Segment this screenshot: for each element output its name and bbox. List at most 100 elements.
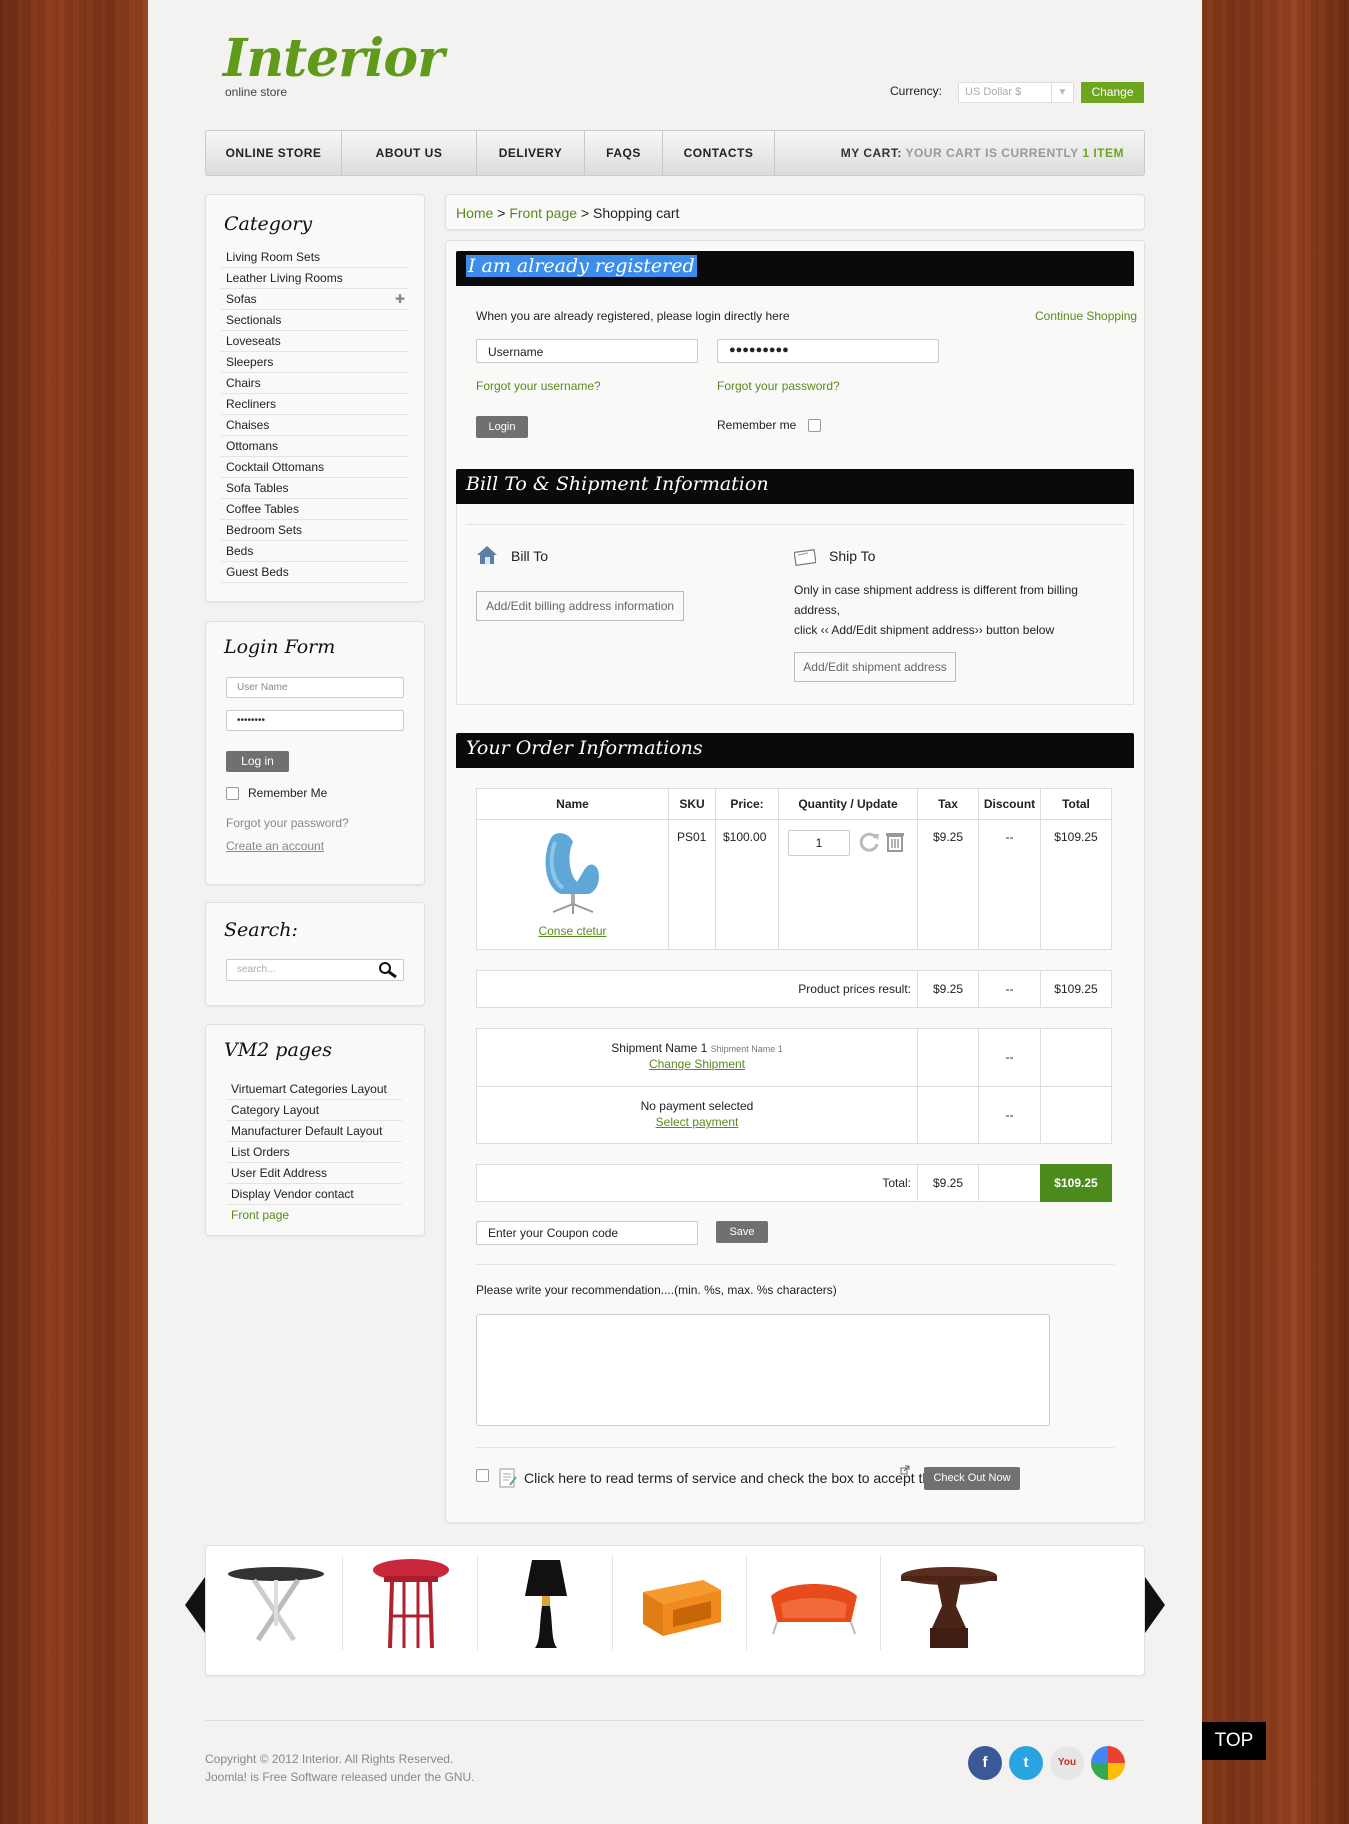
my-cart-label: MY CART:	[840, 146, 902, 160]
remember-me-checkbox[interactable]	[808, 419, 821, 432]
carousel-prev-arrow-icon[interactable]	[185, 1577, 205, 1633]
category-item[interactable]: Sleepers	[221, 352, 409, 373]
forgot-username-link[interactable]: Forgot your username?	[476, 379, 601, 393]
col-header-sku: SKU	[668, 788, 716, 820]
sidebar-password-input[interactable]: ••••••••	[226, 710, 404, 731]
google-icon[interactable]	[1091, 1746, 1125, 1780]
vm2-page-link[interactable]: Manufacturer Default Layout	[226, 1121, 402, 1142]
vm2-page-link[interactable]: Category Layout	[226, 1100, 402, 1121]
col-header-price: Price:	[715, 788, 779, 820]
bill-to-label: Bill To	[511, 548, 549, 564]
vm2-page-link-active[interactable]: Front page	[226, 1205, 402, 1226]
back-to-top-button[interactable]: TOP	[1202, 1722, 1266, 1760]
category-item[interactable]: Chairs	[221, 373, 409, 394]
search-title: Search:	[224, 919, 298, 941]
category-panel: Category Living Room Sets Leather Living…	[205, 194, 425, 602]
carousel-item[interactable]	[479, 1556, 613, 1650]
currency-label: Currency:	[890, 84, 943, 98]
copyright-line: Joomla! is Free Software released under …	[205, 1770, 475, 1784]
billship-title: Bill To & Shipment Information	[466, 473, 769, 495]
carousel-next-arrow-icon[interactable]	[1145, 1577, 1165, 1633]
recommendation-textarea[interactable]	[476, 1314, 1050, 1426]
nav-online-store[interactable]: ONLINE STORE	[206, 131, 342, 175]
home-icon	[477, 546, 497, 564]
change-currency-button[interactable]: Change	[1081, 82, 1144, 103]
coupon-save-button[interactable]: Save	[716, 1221, 768, 1243]
carousel-item[interactable]	[747, 1556, 881, 1650]
continue-shopping-link[interactable]: Continue Shopping	[1035, 309, 1137, 323]
sidebar-forgot-password-link[interactable]: Forgot your password?	[226, 816, 349, 830]
check-out-now-button[interactable]: Check Out Now	[924, 1467, 1020, 1490]
category-item[interactable]: Loveseats	[221, 331, 409, 352]
facebook-icon[interactable]: f	[968, 1746, 1002, 1780]
youtube-icon[interactable]: You	[1050, 1746, 1084, 1780]
sidebar-remember-checkbox[interactable]	[226, 787, 239, 800]
quantity-input[interactable]: 1	[788, 830, 850, 856]
breadcrumb-front-page[interactable]: Front page	[509, 205, 577, 221]
col-header-quantity: Quantity / Update	[778, 788, 918, 820]
username-field[interactable]: Username	[476, 339, 698, 363]
edit-billing-address-button[interactable]: Add/Edit billing address information	[476, 591, 684, 621]
create-account-link[interactable]: Create an account	[226, 839, 324, 853]
currency-select[interactable]: US Dollar $ ▼	[958, 82, 1074, 103]
payment-cell: No payment selected Select payment	[476, 1086, 918, 1144]
category-item[interactable]: Bedroom Sets	[221, 520, 409, 541]
trash-icon[interactable]	[884, 830, 906, 852]
divider	[466, 524, 1124, 525]
egg-chair-image[interactable]	[537, 828, 609, 916]
category-title: Category	[224, 213, 313, 235]
carousel-item[interactable]	[344, 1556, 478, 1650]
category-item[interactable]: Chaises	[221, 415, 409, 436]
nav-contacts[interactable]: CONTACTS	[663, 131, 775, 175]
nav-delivery[interactable]: DELIVERY	[477, 131, 585, 175]
select-payment-link[interactable]: Select payment	[477, 1115, 917, 1129]
forgot-password-link[interactable]: Forgot your password?	[717, 379, 840, 393]
breadcrumb-home[interactable]: Home	[456, 205, 493, 221]
category-item[interactable]: Cocktail Ottomans	[221, 457, 409, 478]
vm2-page-link[interactable]: Display Vendor contact	[226, 1184, 402, 1205]
category-item[interactable]: Recliners	[221, 394, 409, 415]
category-item[interactable]: Beds	[221, 541, 409, 562]
sidebar-username-input[interactable]: User Name	[226, 677, 404, 698]
site-logo[interactable]: Interior	[223, 28, 444, 89]
coupon-input[interactable]: Enter your Coupon code	[476, 1221, 698, 1245]
terms-link[interactable]: Click here to read terms of service and …	[524, 1470, 954, 1486]
shipment-name-small: Shipment Name 1	[710, 1044, 783, 1054]
category-item[interactable]: Living Room Sets	[221, 247, 409, 268]
sidebar-login-button[interactable]: Log in	[226, 751, 289, 772]
category-item[interactable]: Ottomans	[221, 436, 409, 457]
product-name-link[interactable]: Conse ctetur	[477, 924, 668, 938]
category-item[interactable]: Sofas ✚	[221, 289, 409, 310]
payment-tax	[917, 1086, 979, 1144]
nav-about-us[interactable]: ABOUT US	[342, 131, 477, 175]
nav-faqs[interactable]: FAQS	[585, 131, 663, 175]
category-item[interactable]: Coffee Tables	[221, 499, 409, 520]
grand-total-amount: $109.25	[1040, 1164, 1112, 1202]
subtotal-total: $109.25	[1040, 970, 1112, 1008]
product-total: $109.25	[1040, 819, 1112, 950]
expand-plus-icon[interactable]: ✚	[395, 289, 405, 309]
vm2-page-link[interactable]: List Orders	[226, 1142, 402, 1163]
refresh-icon[interactable]	[858, 830, 880, 852]
my-cart-summary[interactable]: MY CART: YOUR CART IS CURRENTLY 1 ITEM	[841, 131, 1124, 175]
vm2-page-link[interactable]: User Edit Address	[226, 1163, 402, 1184]
edit-shipment-address-button[interactable]: Add/Edit shipment address	[794, 652, 956, 682]
wood-table-image	[901, 1567, 997, 1648]
product-quantity-cell: 1	[778, 819, 918, 950]
password-field[interactable]: ●●●●●●●●●	[717, 339, 939, 363]
carousel-item[interactable]	[209, 1556, 343, 1650]
vm2-page-link[interactable]: Virtuemart Categories Layout	[226, 1079, 402, 1100]
ship-to-note-line: address,	[794, 603, 841, 617]
carousel-item[interactable]	[613, 1556, 747, 1650]
category-item[interactable]: Sofa Tables	[221, 478, 409, 499]
terms-checkbox[interactable]	[476, 1469, 489, 1482]
change-shipment-link[interactable]: Change Shipment	[477, 1057, 917, 1071]
search-icon[interactable]	[378, 961, 398, 979]
category-item[interactable]: Leather Living Rooms	[221, 268, 409, 289]
login-button[interactable]: Login	[476, 416, 528, 438]
category-item[interactable]: Sectionals	[221, 310, 409, 331]
carousel-item[interactable]	[882, 1556, 1016, 1650]
twitter-icon[interactable]: t	[1009, 1746, 1043, 1780]
category-item[interactable]: Guest Beds	[221, 562, 409, 583]
carousel-track	[206, 1556, 1146, 1650]
